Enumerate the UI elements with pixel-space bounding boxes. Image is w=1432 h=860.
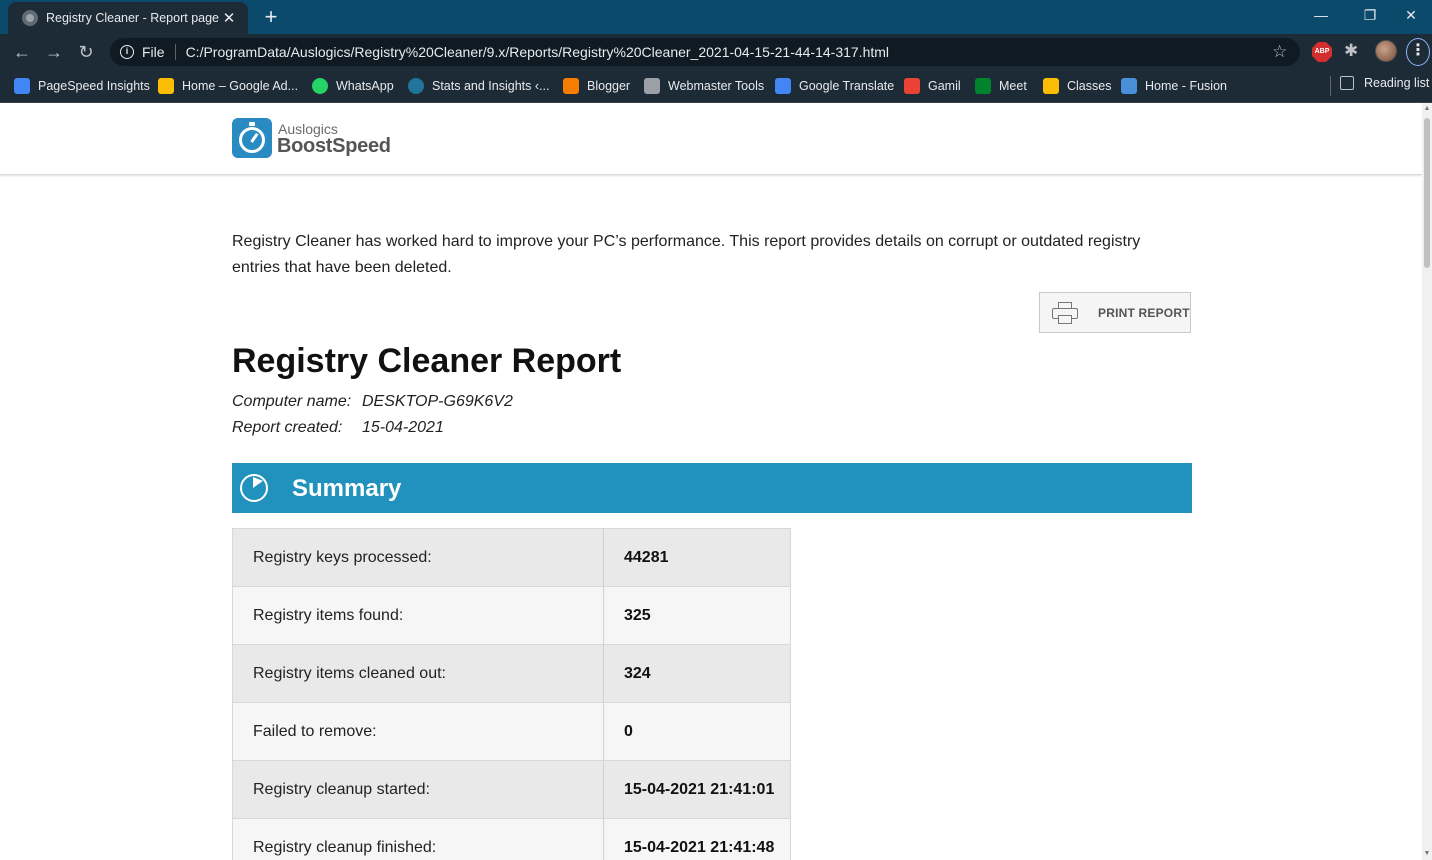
info-icon[interactable]: i	[120, 45, 134, 59]
stopwatch-logo-icon	[232, 118, 272, 158]
puzzle-icon[interactable]: ✱	[1344, 41, 1358, 61]
intro-text: Registry Cleaner has worked hard to impr…	[232, 233, 1141, 276]
new-tab-button[interactable]: +	[258, 3, 284, 31]
report-created-label: Report created:	[232, 419, 343, 436]
bookmarks-bar: PageSpeed Insights Home – Google Ad... W…	[0, 70, 1432, 103]
printer-paper	[1058, 314, 1072, 324]
scroll-down-arrow-icon[interactable]: ▼	[1423, 850, 1431, 858]
bookmark-classes[interactable]: Classes	[1043, 76, 1111, 96]
bookmarks-divider	[1330, 76, 1331, 96]
site-header: Auslogics BoostSpeed	[0, 103, 1422, 175]
computer-name-row: Computer name: DESKTOP-G69K6V2	[232, 393, 513, 411]
meet-icon	[975, 78, 991, 94]
brand-large: BoostSpeed	[277, 135, 391, 157]
webmaster-icon	[644, 78, 660, 94]
row-value: 325	[603, 586, 791, 645]
tab-close-icon[interactable]: ✕	[220, 9, 238, 27]
table-row: Failed to remove: 0	[232, 702, 791, 761]
bookmark-blogger[interactable]: Blogger	[563, 76, 630, 96]
star-icon[interactable]: ☆	[1272, 42, 1287, 62]
translate-icon	[775, 78, 791, 94]
row-value: 15-04-2021 21:41:48	[603, 818, 791, 860]
bookmark-translate[interactable]: Google Translate	[775, 76, 894, 96]
address-separator	[174, 44, 176, 60]
table-row: Registry items cleaned out: 324	[232, 644, 791, 703]
scrollbar-thumb[interactable]	[1424, 118, 1430, 268]
bookmark-gmail[interactable]: Gamil	[904, 76, 961, 96]
scroll-up-arrow-icon[interactable]: ▲	[1423, 105, 1431, 113]
browser-titlebar: Registry Cleaner - Report page ✕ + — ❐ ✕	[0, 0, 1432, 34]
tab-title: Registry Cleaner - Report page	[46, 11, 219, 25]
reading-list-icon	[1340, 76, 1354, 90]
bookmark-whatsapp[interactable]: WhatsApp	[312, 76, 394, 96]
computer-name-label: Computer name:	[232, 393, 352, 410]
table-row: Registry keys processed: 44281	[232, 528, 791, 587]
restore-icon[interactable]: ❐	[1347, 0, 1393, 30]
whatsapp-icon	[312, 78, 328, 94]
page-scrollbar[interactable]: ▲ ▼	[1422, 103, 1432, 860]
reload-icon[interactable]: ↻	[74, 40, 98, 64]
forward-arrow-icon[interactable]: →	[42, 40, 66, 64]
logo-knob	[249, 122, 255, 126]
row-label: Registry items found:	[232, 586, 604, 645]
print-report-button[interactable]: PRINT REPORT	[1039, 292, 1191, 333]
row-label: Failed to remove:	[232, 702, 604, 761]
page-title: Registry Cleaner Report	[232, 342, 622, 380]
row-value: 0	[603, 702, 791, 761]
fusion-icon	[1121, 78, 1137, 94]
page-content: Auslogics BoostSpeed Registry Cleaner ha…	[0, 103, 1422, 860]
summary-table: Registry keys processed: 44281 Registry i…	[232, 528, 791, 860]
scheme-label: File	[142, 44, 165, 60]
kebab-menu-icon[interactable]: ⋮	[1406, 38, 1430, 66]
print-report-label: PRINT REPORT	[1098, 305, 1190, 320]
row-label: Registry items cleaned out:	[232, 644, 604, 703]
window-close-icon[interactable]: ✕	[1388, 0, 1432, 30]
table-row: Registry cleanup started: 15-04-2021 21:4…	[232, 760, 791, 819]
address-bar[interactable]: i File C:/ProgramData/Auslogics/Registry…	[110, 38, 1300, 66]
globe-icon	[22, 10, 38, 26]
blogger-icon	[563, 78, 579, 94]
summary-header: Summary	[232, 463, 1192, 513]
google-ads-icon	[158, 78, 174, 94]
table-row: Registry cleanup finished: 15-04-2021 21:…	[232, 818, 791, 860]
bookmark-fusion[interactable]: Home - Fusion	[1121, 76, 1227, 96]
back-arrow-icon[interactable]: ←	[10, 40, 34, 64]
row-label: Registry cleanup finished:	[232, 818, 604, 860]
bookmark-webmaster[interactable]: Webmaster Tools	[644, 76, 764, 96]
reading-list-button[interactable]: Reading list	[1340, 76, 1429, 90]
profile-avatar[interactable]	[1375, 40, 1397, 62]
row-value: 324	[603, 644, 791, 703]
table-row: Registry items found: 325	[232, 586, 791, 645]
wordpress-icon	[408, 78, 424, 94]
computer-name-value: DESKTOP-G69K6V2	[362, 393, 513, 410]
row-value: 44281	[603, 528, 791, 587]
minimize-icon[interactable]: —	[1298, 0, 1344, 30]
gmail-icon	[904, 78, 920, 94]
classroom-icon	[1043, 78, 1059, 94]
url-text[interactable]: C:/ProgramData/Auslogics/Registry%20Clea…	[186, 44, 1300, 60]
summary-title: Summary	[292, 475, 402, 502]
row-label: Registry keys processed:	[232, 528, 604, 587]
browser-tab[interactable]: Registry Cleaner - Report page ✕	[8, 2, 248, 34]
pie-chart-icon	[240, 474, 268, 502]
row-label: Registry cleanup started:	[232, 760, 604, 819]
adblock-icon[interactable]: ABP	[1312, 42, 1332, 62]
pagespeed-icon	[14, 78, 30, 94]
bookmark-meet[interactable]: Meet	[975, 76, 1027, 96]
row-value: 15-04-2021 21:41:01	[603, 760, 791, 819]
bookmark-google-ads[interactable]: Home – Google Ad...	[158, 76, 298, 96]
report-created-value: 15-04-2021	[362, 419, 444, 436]
printer-icon	[1052, 301, 1078, 324]
report-created-row: Report created: 15-04-2021	[232, 419, 444, 437]
bookmark-pagespeed[interactable]: PageSpeed Insights	[14, 76, 150, 96]
bookmark-stats[interactable]: Stats and Insights ‹...	[408, 76, 549, 96]
